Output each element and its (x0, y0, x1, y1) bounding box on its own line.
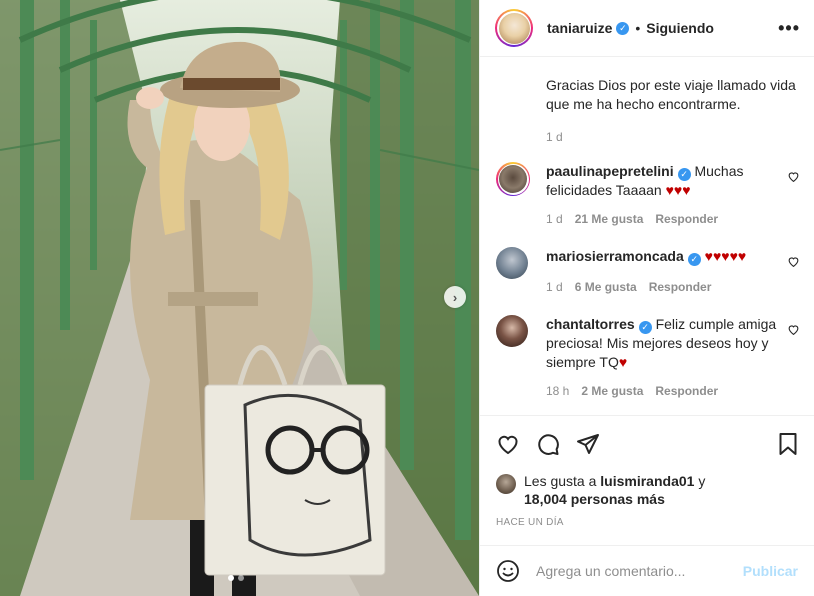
add-comment-bar: Publicar (480, 545, 814, 596)
reply-button[interactable]: Responder (655, 382, 718, 401)
carousel-dots (228, 575, 244, 581)
verified-badge-icon: ✓ (677, 168, 691, 181)
comment-input[interactable] (536, 556, 743, 586)
comment-time[interactable]: 1 d (546, 278, 563, 297)
comment-username[interactable]: paaulinapepretelini (546, 163, 674, 179)
comment-username[interactable]: chantaltorres (546, 316, 635, 332)
comment-likes[interactable]: 6 Me gusta (575, 278, 637, 297)
comment-time[interactable]: 18 h (546, 382, 569, 401)
carousel-dot-active (228, 575, 234, 581)
comment-username[interactable]: mariosierramoncada (546, 248, 684, 264)
post-header: taniaruize ✓ • Siguiendo ••• (480, 0, 814, 57)
carousel-dot (238, 575, 244, 581)
post-actions (496, 428, 800, 460)
liker-username[interactable]: luismiranda01 (600, 473, 694, 489)
likes-count[interactable]: 18,004 personas más (524, 491, 665, 507)
commenter-avatar[interactable] (496, 162, 530, 196)
post-timestamp[interactable]: HACE UN DÍA (496, 517, 564, 528)
likes-summary: Les gusta a luismiranda01 y 18,004 perso… (496, 472, 800, 508)
comment-likes[interactable]: 2 Me gusta (581, 382, 643, 401)
comment-likes[interactable]: 21 Me gusta (575, 210, 644, 229)
emoji-icon[interactable] (496, 559, 520, 583)
comment-item: chantaltorres ✓ Feliz cumple amiga precio… (496, 315, 800, 401)
likes-mid: y (694, 473, 706, 489)
comments-section[interactable]: Gracias Dios por este viaje llamado vida… (480, 58, 814, 416)
follow-status-button[interactable]: Siguiendo (646, 20, 714, 36)
heart-icon[interactable] (496, 432, 520, 456)
post-caption: Gracias Dios por este viaje llamado vida… (546, 77, 796, 112)
comment-icon[interactable] (536, 432, 560, 456)
author-avatar[interactable] (495, 9, 533, 47)
commenter-avatar[interactable] (496, 247, 528, 279)
more-options-icon[interactable]: ••• (778, 18, 800, 39)
post-photo[interactable]: › (0, 0, 479, 596)
publish-button[interactable]: Publicar (743, 563, 798, 579)
reply-button[interactable]: Responder (655, 210, 718, 229)
verified-badge-icon: ✓ (616, 21, 630, 35)
comment-heart-icon[interactable] (787, 323, 800, 336)
comment-item: paaulinapepretelini ✓ Muchas felicidades … (496, 162, 800, 229)
comment-hearts: ♥ (618, 354, 628, 370)
comment-item: mariosierramoncada ✓ ♥♥♥♥♥ 1 d 6 Me gusta… (496, 247, 800, 297)
comment-hearts: ♥♥♥ (665, 182, 691, 198)
comment-heart-icon[interactable] (787, 255, 800, 268)
likes-prefix: Les gusta a (524, 473, 601, 489)
reply-button[interactable]: Responder (649, 278, 712, 297)
share-icon[interactable] (576, 432, 600, 456)
author-username[interactable]: taniaruize (547, 20, 612, 36)
next-photo-button[interactable]: › (444, 286, 466, 308)
photo-illustration (0, 0, 479, 596)
comment-time[interactable]: 1 d (546, 210, 563, 229)
caption-time[interactable]: 1 d (496, 130, 800, 144)
commenter-avatar[interactable] (496, 315, 528, 347)
verified-badge-icon: ✓ (687, 253, 701, 266)
comment-heart-icon[interactable] (787, 170, 800, 183)
liker-avatar[interactable] (496, 474, 516, 494)
bookmark-icon[interactable] (776, 432, 800, 456)
header-separator: • (635, 20, 641, 36)
verified-badge-icon: ✓ (638, 321, 652, 334)
post-side-panel: taniaruize ✓ • Siguiendo ••• Gracias Dio… (479, 0, 814, 596)
comment-hearts: ♥♥♥♥♥ (704, 248, 747, 264)
